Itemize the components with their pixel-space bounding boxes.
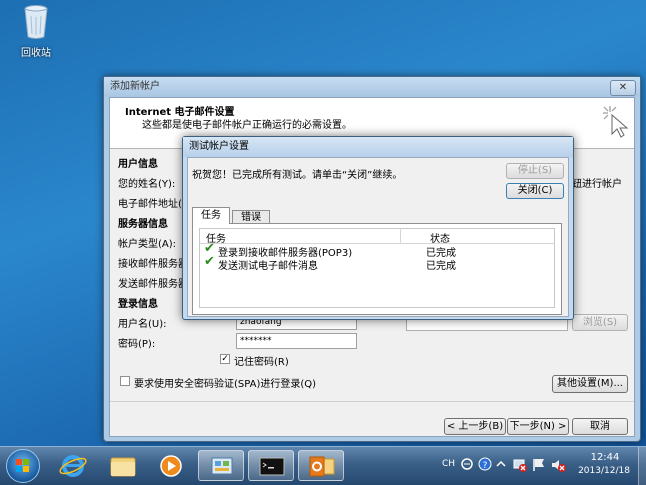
cursor-sparkle-icon	[602, 104, 630, 141]
incoming-server-label: 接收邮件服务器	[118, 259, 188, 270]
footer-divider	[110, 401, 634, 402]
taskbar-control-panel-button[interactable]	[198, 450, 244, 481]
help-icon[interactable]: ?	[478, 457, 492, 474]
tray-expand-icon[interactable]	[496, 459, 506, 472]
input-method-icon[interactable]	[460, 457, 474, 474]
more-settings-button[interactable]: 其他设置(M)...	[552, 375, 628, 393]
name-label: 您的姓名(Y):	[118, 179, 176, 190]
wizard-close-button[interactable]: ✕	[610, 80, 636, 96]
test-dialog-title: 测试帐户设置	[183, 137, 573, 157]
taskbar-media-player-button[interactable]	[148, 450, 194, 481]
password-label: 密码(P):	[118, 339, 156, 350]
volume-muted-icon[interactable]	[550, 457, 566, 476]
test-account-dialog: 测试帐户设置 祝贺您！已完成所有测试。请单击“关闭”继续。 停止(S) 关闭(C…	[182, 136, 574, 320]
tab-tasks[interactable]: 任务	[192, 207, 230, 224]
browse-button[interactable]: 浏览(S)	[572, 314, 628, 331]
username-label: 用户名(U):	[118, 319, 167, 330]
login-info-heading: 登录信息	[118, 299, 158, 310]
test-result-message: 祝贺您！已完成所有测试。请单击“关闭”继续。	[192, 170, 403, 181]
taskbar-outlook-button[interactable]	[298, 450, 344, 481]
taskbar-explorer-button[interactable]	[100, 450, 146, 481]
internet-explorer-icon	[59, 455, 87, 477]
recycle-bin-icon	[23, 4, 49, 40]
column-divider	[400, 229, 401, 243]
header-subtitle: 这些都是使电子邮件帐户正确运行的必需设置。	[142, 120, 352, 131]
start-button[interactable]	[6, 449, 40, 483]
language-indicator[interactable]: CH	[442, 459, 455, 469]
check-icon: ✔	[204, 254, 215, 269]
wizard-title: 添加新帐户	[104, 77, 640, 97]
column-status[interactable]: 状态	[430, 230, 450, 245]
stop-button[interactable]: 停止(S)	[506, 163, 564, 179]
svg-text:?: ?	[483, 461, 488, 471]
show-desktop-button[interactable]	[638, 447, 646, 485]
table-row[interactable]: ✔ 发送测试电子邮件消息 已完成	[200, 254, 554, 272]
media-player-icon	[160, 455, 182, 477]
task-status: 已完成	[426, 261, 456, 272]
action-center-icon[interactable]	[532, 457, 546, 476]
taskbar-cmd-button[interactable]	[248, 450, 294, 481]
taskbar-ie-button[interactable]	[50, 450, 96, 481]
network-error-icon[interactable]	[512, 457, 528, 476]
remember-password-checkbox[interactable]: ✓	[220, 354, 230, 364]
spa-label: 要求使用安全密码验证(SPA)进行登录(Q)	[134, 379, 317, 390]
account-type-label: 帐户类型(A):	[118, 239, 177, 250]
recycle-bin-label: 回收站	[21, 48, 51, 59]
tasks-list: 任务 状态 ✔ 登录到接收邮件服务器(POP3) 已完成 ✔ 发送测试电子邮件消…	[199, 228, 555, 308]
tasks-list-header: 任务 状态	[200, 229, 554, 245]
close-button[interactable]: 关闭(C)	[506, 183, 564, 199]
back-button[interactable]: < 上一步(B)	[444, 418, 506, 435]
remember-password-label: 记住密码(R)	[234, 357, 289, 368]
clock-time[interactable]: 12:44	[578, 452, 632, 463]
recycle-bin-desktop-icon[interactable]: 回收站	[10, 4, 62, 59]
control-panel-icon	[211, 457, 233, 475]
right-hint-text: 钮进行帐户	[572, 179, 622, 190]
server-info-heading: 服务器信息	[118, 219, 168, 230]
outlook-icon	[309, 456, 335, 477]
windows-logo-icon	[16, 459, 29, 472]
cancel-button[interactable]: 取消	[572, 418, 628, 435]
next-button[interactable]: 下一步(N) >	[507, 418, 569, 435]
clock-date[interactable]: 2013/12/18	[574, 466, 634, 476]
table-row[interactable]: ✔ 登录到接收邮件服务器(POP3) 已完成	[200, 241, 554, 259]
test-dialog-client: 祝贺您！已完成所有测试。请单击“关闭”继续。 停止(S) 关闭(C) 任务 错误…	[187, 157, 569, 317]
taskbar: CH ? 12:44 2013/12/18	[0, 446, 646, 485]
user-info-heading: 用户信息	[118, 159, 158, 170]
tasks-panel: 任务 状态 ✔ 登录到接收邮件服务器(POP3) 已完成 ✔ 发送测试电子邮件消…	[192, 223, 562, 315]
spa-checkbox[interactable]	[120, 376, 130, 386]
password-input[interactable]: *******	[236, 333, 357, 349]
folder-icon	[110, 457, 136, 477]
email-label: 电子邮件地址(E	[118, 199, 189, 210]
task-name: 发送测试电子邮件消息	[218, 261, 318, 272]
command-prompt-icon	[259, 457, 285, 476]
outgoing-server-label: 发送邮件服务器	[118, 279, 188, 290]
